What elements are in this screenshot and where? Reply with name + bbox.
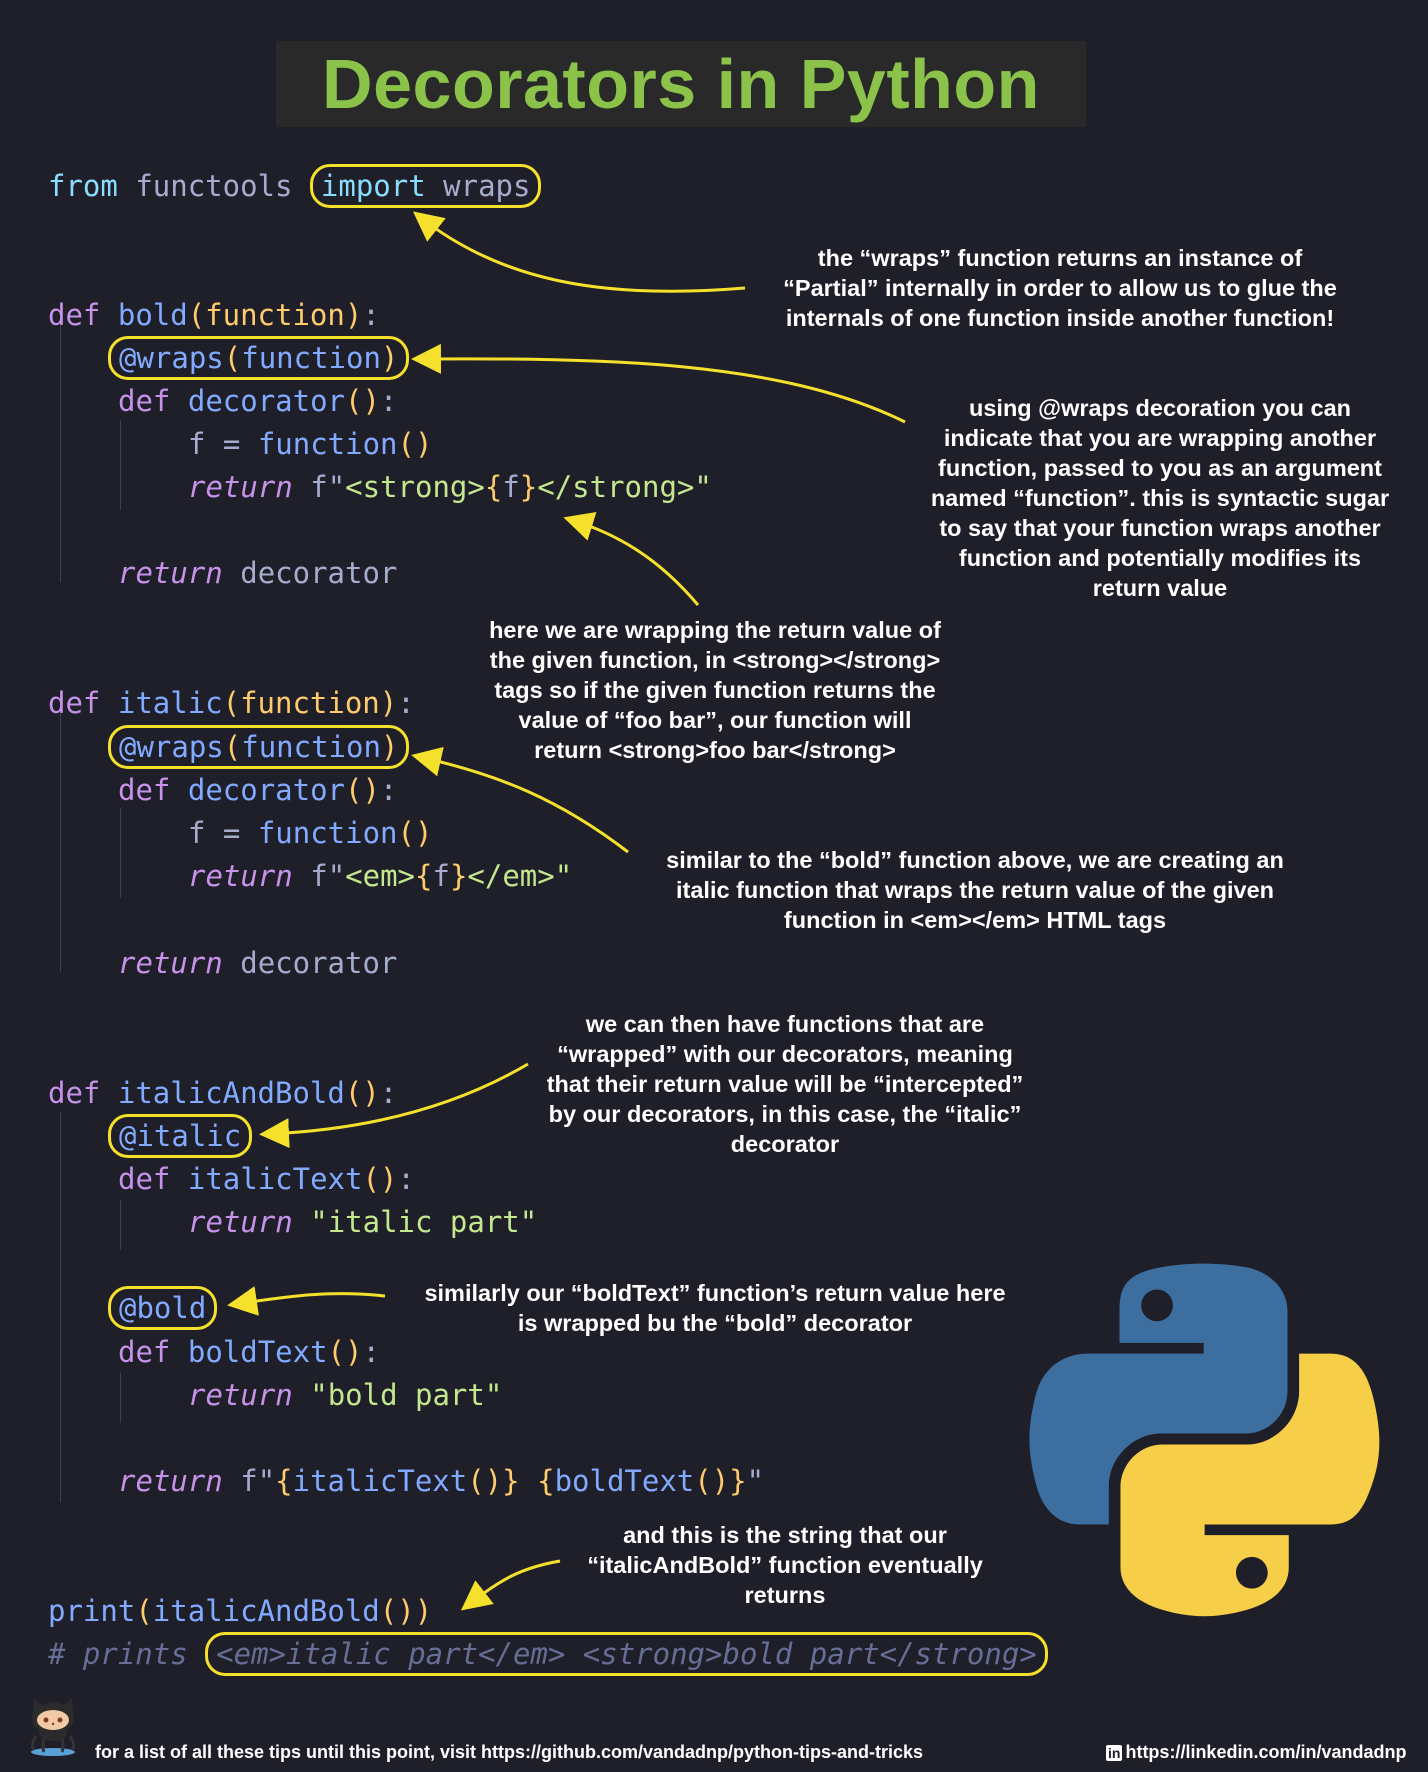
linkedin-icon: in — [1106, 1745, 1123, 1761]
octocat-icon — [30, 1698, 76, 1756]
linkedin-url[interactable]: https://linkedin.com/in/vandadnp — [1125, 1742, 1406, 1762]
python-logo-icon — [1029, 1263, 1380, 1617]
footer-tips: for a list of all these tips until this … — [95, 1742, 924, 1762]
arrow-to-italic-decorator — [259, 1062, 529, 1149]
arrow-to-bold-decorator — [227, 1286, 386, 1316]
footer-linkedin: in https://linkedin.com/in/vandadnp — [1106, 1742, 1406, 1763]
arrow-to-strong — [563, 511, 700, 606]
arrow-to-wraps-bold — [411, 343, 906, 424]
arrow-to-print — [460, 1559, 561, 1611]
arrow-to-wraps-italic — [411, 746, 629, 854]
arrow-to-import — [412, 211, 746, 293]
